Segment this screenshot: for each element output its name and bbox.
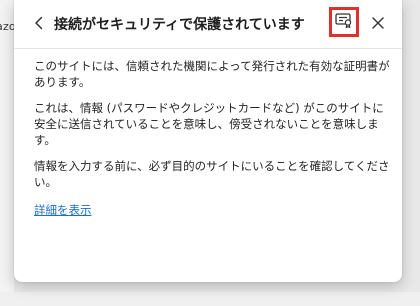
certificate-description: このサイトには、信頼された機関によって発行された有効な証明書があります。 [34,59,390,89]
security-description: これは、情報 (パスワードやクレジットカードなど) がこのサイトに安全に送信され… [34,101,384,147]
verification-notice: 情報を入力する前に、必ず目的のサイトにいることを確認してください。 [34,159,390,189]
certificate-icon [335,12,353,32]
browser-background-bottom [0,292,420,306]
browser-background-left: azo [0,0,16,306]
close-button[interactable] [366,12,390,36]
back-button[interactable] [26,11,52,37]
close-icon [371,15,385,34]
popup-content: このサイトには、信頼された機関によって発行された有効な証明書があります。 これは… [34,58,394,218]
certificate-button[interactable] [329,7,359,37]
show-details-link[interactable]: 詳細を表示 [34,202,92,218]
chevron-left-icon [33,15,45,34]
popup-header: 接続がセキュリティで保護されています [14,0,402,49]
connection-security-popup: 接続がセキュリティで保護されています このサイトには、信頼された機関によって発行… [14,0,402,282]
popup-title: 接続がセキュリティで保護されています [54,17,305,33]
